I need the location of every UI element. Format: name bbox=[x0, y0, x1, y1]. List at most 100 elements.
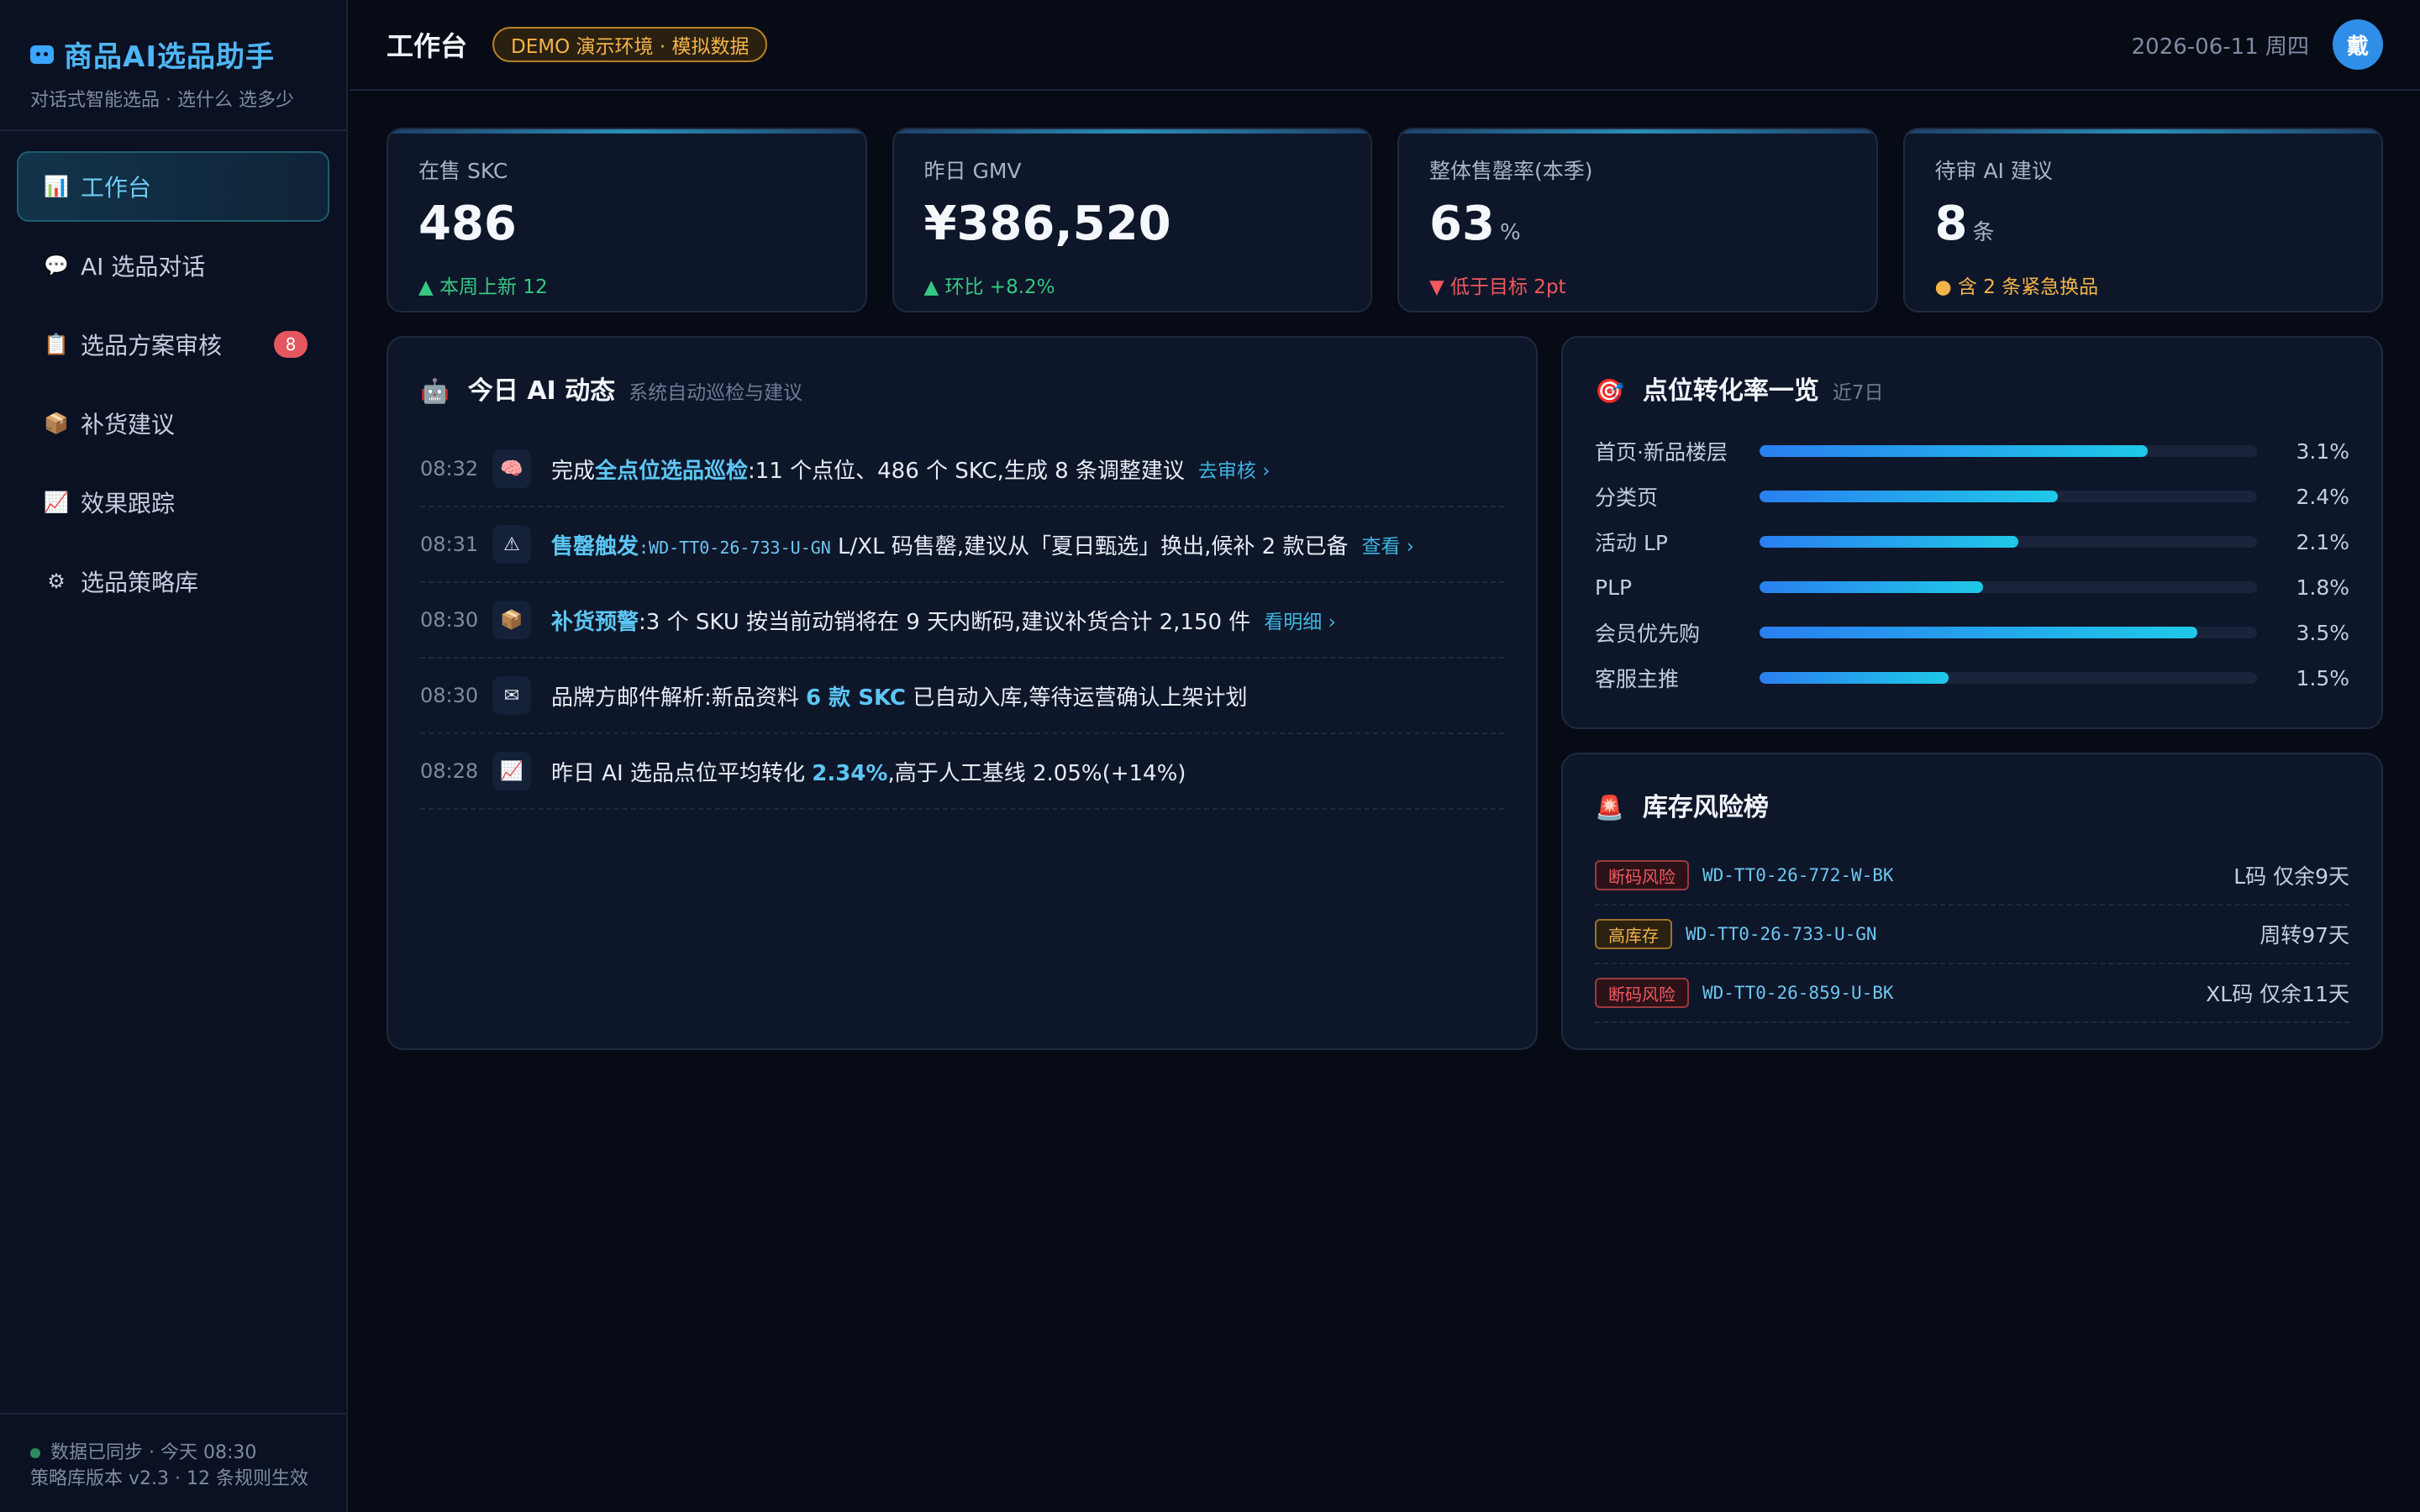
kpi-delta: ▼ 低于目标 2pt bbox=[1429, 276, 1566, 298]
feed-time: 08:31 bbox=[420, 533, 479, 556]
review-link[interactable]: 去审核 › bbox=[1198, 454, 1270, 483]
sidebar-item-restock[interactable]: 📦 补货建议 bbox=[17, 388, 329, 459]
speech-bubble-icon: 💬 bbox=[44, 254, 69, 277]
panel-title: 点位转化率一览 bbox=[1642, 376, 1819, 406]
sku-code: WD-TT0-26-733-U-GN bbox=[1686, 924, 1877, 944]
status-badge: 高库存 bbox=[1595, 919, 1672, 949]
bar-value: 1.8% bbox=[2296, 575, 2349, 600]
package-icon: 📦 bbox=[44, 412, 69, 435]
sidebar-nav: 📊 工作台 💬 AI 选品对话 📋 选品方案审核 8 📦 补货建议 📈 效果跟踪… bbox=[0, 131, 346, 645]
list-item: 08:32 🧠 完成全点位选品巡检:11 个点位、486 个 SKC,生成 8 … bbox=[420, 432, 1504, 507]
bar-track bbox=[1760, 581, 2257, 593]
kpi-label: 昨日 GMV bbox=[923, 159, 1022, 183]
robot-icon bbox=[30, 45, 54, 64]
kpi-label: 在售 SKC bbox=[418, 159, 508, 183]
conversion-bars: 首页·新品楼层 3.1% 分类页 2.4% 活动 LP 2.1% PLP 1.8% 会员优先购 3… bbox=[1595, 428, 2349, 701]
bar-track bbox=[1760, 672, 2257, 684]
trend-chart-icon: 📈 bbox=[44, 491, 69, 514]
panel-title: 今日 AI 动态 bbox=[467, 376, 616, 406]
kpi-value: 486 bbox=[418, 197, 517, 251]
table-row[interactable]: 断码风险 WD-TT0-26-772-W-BK L码 仅余9天 bbox=[1595, 847, 2349, 906]
bar-fill bbox=[1760, 672, 1949, 684]
bar-fill bbox=[1760, 445, 2148, 457]
conversion-row: 活动 LP 2.1% bbox=[1595, 519, 2349, 564]
kpi-unit: % bbox=[1499, 220, 1521, 245]
bar-value: 2.1% bbox=[2296, 529, 2349, 554]
risk-note: L码 仅余9天 bbox=[2233, 864, 2349, 889]
sidebar-item-plan-review[interactable]: 📋 选品方案审核 8 bbox=[17, 309, 329, 380]
demo-badge: DEMO 演示环境 · 模拟数据 bbox=[492, 27, 768, 62]
strategy-version: 策略库版本 v2.3 · 12 条规则生效 bbox=[30, 1468, 308, 1489]
bar-fill bbox=[1760, 491, 2059, 502]
feed-text-prefix: 品牌方邮件解析:新品资料 bbox=[551, 685, 807, 711]
sync-status: 数据已同步 · 今天 08:30 bbox=[50, 1442, 257, 1463]
conversion-row: PLP 1.8% bbox=[1595, 564, 2349, 610]
target-icon: 🎯 bbox=[1595, 377, 1624, 405]
details-link[interactable]: 看明细 › bbox=[1264, 606, 1336, 634]
sidebar-item-ai-chat[interactable]: 💬 AI 选品对话 bbox=[17, 230, 329, 301]
bar-track bbox=[1760, 491, 2257, 502]
feed-text-body: :11 个点位、486 个 SKC,生成 8 条调整建议 bbox=[748, 458, 1185, 484]
table-row[interactable]: 断码风险 WD-TT0-26-859-U-BK XL码 仅余11天 bbox=[1595, 964, 2349, 1023]
conversion-row: 分类页 2.4% bbox=[1595, 474, 2349, 519]
ai-activity-panel: 🤖 今日 AI 动态 系统自动巡检与建议 08:32 🧠 完成全点位选品巡检:1… bbox=[387, 336, 1538, 1050]
bar-label: 活动 LP bbox=[1595, 531, 1668, 555]
kpi-value: 63 bbox=[1429, 197, 1495, 251]
kpi-label: 待审 AI 建议 bbox=[1934, 159, 2053, 183]
feed-highlight: 2.34% bbox=[812, 760, 888, 786]
kpi-card-sell-through: 整体售罄率(本季) 63% ▼ 低于目标 2pt bbox=[1397, 128, 1878, 312]
kpi-value: 8 bbox=[1934, 197, 1968, 251]
package-icon: 📦 bbox=[492, 601, 531, 639]
feed-time: 08:28 bbox=[420, 759, 479, 783]
sku-code: WD-TT0-26-859-U-BK bbox=[1702, 983, 1894, 1003]
sidebar-item-tracking[interactable]: 📈 效果跟踪 bbox=[17, 467, 329, 538]
bar-value: 3.1% bbox=[2296, 438, 2349, 464]
sku-code: WD-TT0-26-772-W-BK bbox=[1702, 865, 1894, 885]
mail-icon: ✉ bbox=[492, 676, 531, 715]
bar-label: 分类页 bbox=[1595, 486, 1659, 510]
bar-value: 2.4% bbox=[2296, 484, 2349, 509]
bar-fill bbox=[1760, 627, 2197, 638]
feed-text: 售罄触发:WD-TT0-26-733-U-GN L/XL 码售罄,建议从「夏日甄… bbox=[551, 529, 1348, 560]
kpi-delta: ● 含 2 条紧急换品 bbox=[1934, 276, 2099, 298]
avatar[interactable]: 戴 bbox=[2333, 19, 2383, 70]
risk-list: 断码风险 WD-TT0-26-772-W-BK L码 仅余9天 高库存 WD-T… bbox=[1595, 847, 2349, 1023]
bar-fill bbox=[1760, 536, 2018, 548]
feed-text-body: 已自动入库,等待运营确认上架计划 bbox=[906, 685, 1248, 711]
feed-text-body: :3 个 SKU 按当前动销将在 9 天内断码,建议补货合计 2,150 件 bbox=[639, 609, 1251, 635]
sidebar-item-label: 补货建议 bbox=[81, 411, 176, 438]
warning-icon: ⚠ bbox=[492, 525, 531, 564]
header-date: 2026-06-11 周四 bbox=[2131, 34, 2309, 60]
kpi-value: ¥386,520 bbox=[923, 197, 1171, 251]
feed-highlight: 售罄触发 bbox=[551, 533, 639, 559]
feed-text: 昨日 AI 选品点位平均转化 2.34%,高于人工基线 2.05%(+14%) bbox=[551, 756, 1186, 787]
conversion-panel: 🎯 点位转化率一览 近7日 首页·新品楼层 3.1% 分类页 2.4% 活动 LP 2.1… bbox=[1561, 336, 2383, 729]
feed-text-body: L/XL 码售罄,建议从「夏日甄选」换出,候补 2 款已备 bbox=[830, 533, 1349, 559]
feed-time: 08:30 bbox=[420, 684, 479, 707]
feed-text: 补货预警:3 个 SKU 按当前动销将在 9 天内断码,建议补货合计 2,150… bbox=[551, 605, 1250, 636]
feed-time: 08:32 bbox=[420, 457, 479, 480]
conversion-row: 客服主推 1.5% bbox=[1595, 655, 2349, 701]
status-badge: 断码风险 bbox=[1595, 860, 1689, 890]
feed-text: 品牌方邮件解析:新品资料 6 款 SKC 已自动入库,等待运营确认上架计划 bbox=[551, 680, 1248, 711]
bar-label: 会员优先购 bbox=[1595, 622, 1701, 646]
brand-title: 商品AI选品助手 bbox=[64, 40, 275, 74]
kpi-delta: ▲ 环比 +8.2% bbox=[923, 276, 1055, 298]
status-dot-icon bbox=[30, 1448, 40, 1458]
feed-highlight: 全点位选品巡检 bbox=[595, 458, 749, 484]
robot-icon: 🤖 bbox=[420, 377, 450, 405]
table-row[interactable]: 高库存 WD-TT0-26-733-U-GN 周转97天 bbox=[1595, 906, 2349, 964]
feed-highlight: 补货预警 bbox=[551, 609, 639, 635]
bar-fill bbox=[1760, 581, 1984, 593]
sidebar-item-workbench[interactable]: 📊 工作台 bbox=[17, 151, 329, 222]
feed-sku-code: :WD-TT0-26-733-U-GN bbox=[639, 537, 831, 558]
view-link[interactable]: 查看 › bbox=[1361, 530, 1414, 559]
feed-text: 完成全点位选品巡检:11 个点位、486 个 SKC,生成 8 条调整建议 bbox=[551, 454, 1185, 485]
siren-icon: 🚨 bbox=[1595, 794, 1624, 822]
panel-subtitle: 近7日 bbox=[1832, 382, 1884, 404]
sidebar-item-strategy[interactable]: ⚙ 选品策略库 bbox=[17, 546, 329, 617]
sidebar-item-label: 选品策略库 bbox=[81, 569, 199, 596]
feed-text-prefix: 昨日 AI 选品点位平均转化 bbox=[551, 760, 813, 786]
bar-value: 3.5% bbox=[2296, 620, 2349, 645]
sidebar-item-label: 工作台 bbox=[81, 174, 152, 202]
